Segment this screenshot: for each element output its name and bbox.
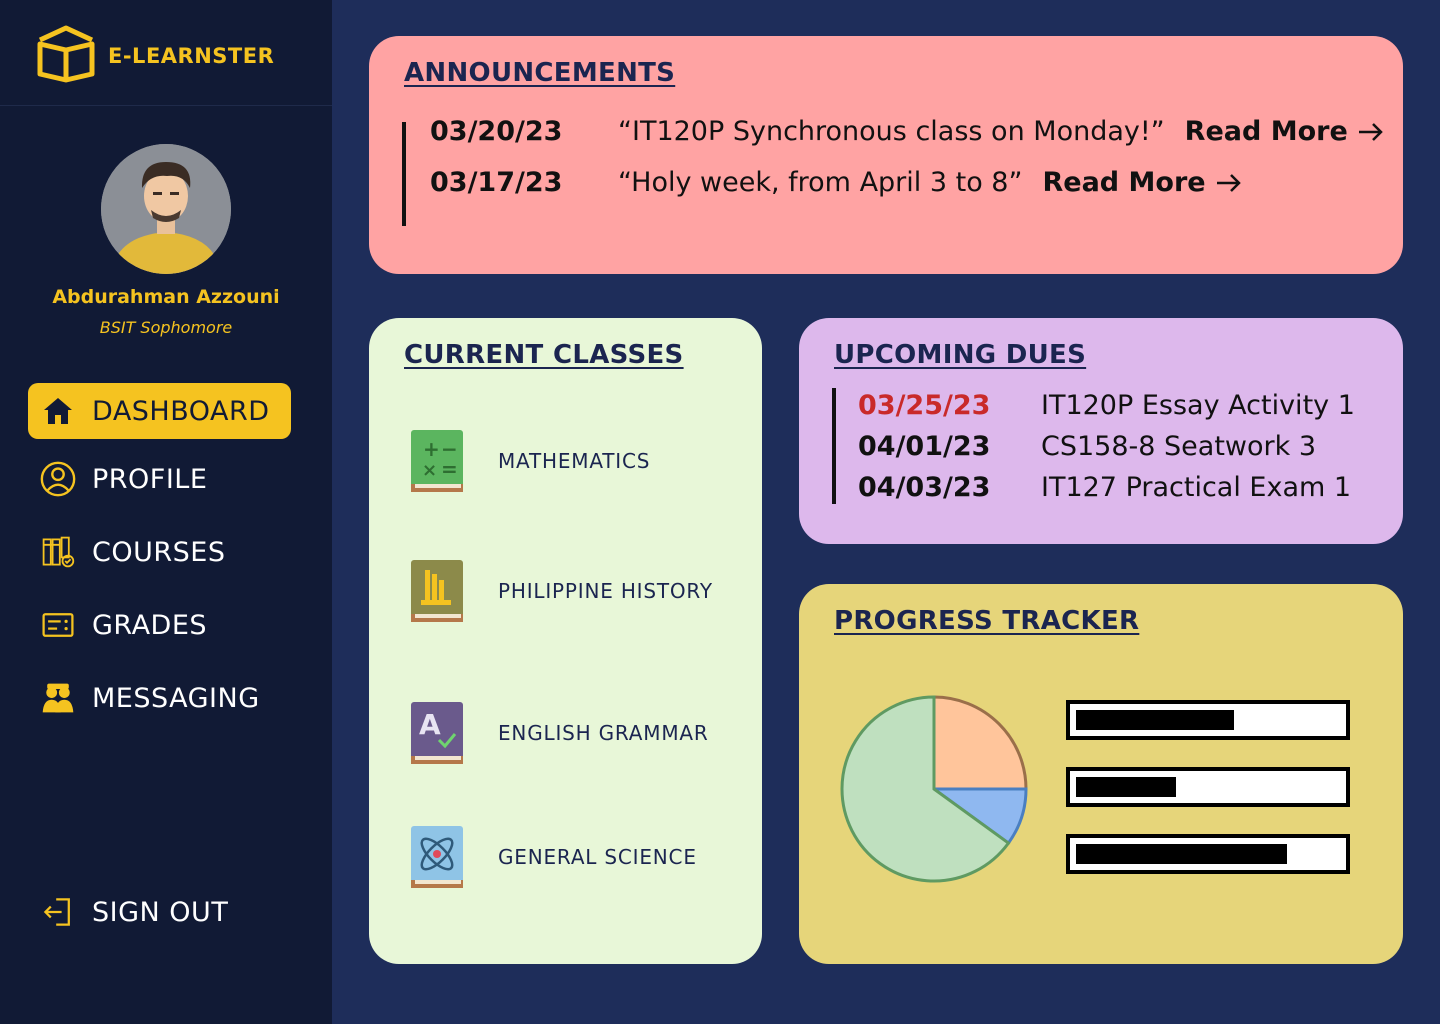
divider <box>832 388 836 504</box>
due-date: 04/01/23 <box>858 431 991 462</box>
progress-title: PROGRESS TRACKER <box>834 606 1140 636</box>
nav-label: DASHBOARD <box>92 395 270 427</box>
announcements-title: ANNOUNCEMENTS <box>404 58 676 88</box>
class-name: GENERAL SCIENCE <box>498 845 697 869</box>
science-book-icon <box>411 826 463 888</box>
announcement-item: 03/20/23 “IT120P Synchronous class on Mo… <box>430 116 1386 147</box>
due-item[interactable]: 03/25/23 IT120P Essay Activity 1 <box>858 390 1355 421</box>
upcoming-dues-card: UPCOMING DUES 03/25/23 IT120P Essay Acti… <box>799 318 1403 544</box>
class-name: MATHEMATICS <box>498 449 651 473</box>
announcement-date: 03/17/23 <box>430 167 563 198</box>
progress-bar <box>1066 767 1350 807</box>
nav-dashboard[interactable]: DASHBOARD <box>28 383 291 439</box>
due-item[interactable]: 04/01/23 CS158-8 Seatwork 3 <box>858 431 1316 462</box>
svg-text:=: = <box>441 457 458 481</box>
due-task: IT127 Practical Exam 1 <box>1041 472 1352 503</box>
progress-bar-fill <box>1076 777 1176 797</box>
nav-profile[interactable]: PROFILE <box>28 451 291 507</box>
nav-messaging[interactable]: MESSAGING <box>28 670 291 726</box>
nav-label: GRADES <box>92 609 208 641</box>
nav-label: COURSES <box>92 536 226 568</box>
brand-header: E-LEARNSTER <box>0 0 332 106</box>
announcement-text: “IT120P Synchronous class on Monday!” <box>618 116 1165 147</box>
announcement-text: “Holy week, from April 3 to 8” <box>618 167 1023 198</box>
pie-slice <box>932 695 1028 791</box>
class-item-general-science[interactable]: GENERAL SCIENCE <box>409 822 697 892</box>
home-icon <box>38 391 78 431</box>
class-name: PHILIPPINE HISTORY <box>498 579 713 603</box>
user-name: Abdurahman Azzouni <box>52 286 280 308</box>
history-book-icon <box>411 560 463 622</box>
nav-label: PROFILE <box>92 463 208 495</box>
announcement-date: 03/20/23 <box>430 116 563 147</box>
announcement-item: 03/17/23 “Holy week, from April 3 to 8” … <box>430 167 1244 198</box>
arrow-right-icon <box>1216 173 1241 192</box>
read-more-label: Read More <box>1042 167 1206 198</box>
dues-title: UPCOMING DUES <box>834 340 1087 370</box>
grades-card-icon <box>38 605 78 645</box>
nav-label: MESSAGING <box>92 682 260 714</box>
arrow-right-icon <box>1358 122 1383 141</box>
progress-bar-fill <box>1076 710 1234 730</box>
announcements-card: ANNOUNCEMENTS 03/20/23 “IT120P Synchrono… <box>369 36 1403 274</box>
class-name: ENGLISH GRAMMAR <box>498 721 709 745</box>
book-logo-icon <box>37 25 95 83</box>
svg-text:×: × <box>422 460 437 481</box>
read-more-link[interactable]: Read More <box>1185 116 1386 147</box>
divider <box>402 122 406 226</box>
due-task: IT120P Essay Activity 1 <box>1041 390 1355 421</box>
grammar-book-icon: A <box>411 702 463 764</box>
due-task: CS158-8 Seatwork 3 <box>1041 431 1317 462</box>
people-icon <box>38 678 78 718</box>
svg-text:+: + <box>423 437 440 461</box>
class-item-english-grammar[interactable]: A ENGLISH GRAMMAR <box>409 698 709 768</box>
read-more-label: Read More <box>1184 116 1348 147</box>
brand-name: E-LEARNSTER <box>108 44 275 68</box>
user-circle-icon <box>38 459 78 499</box>
user-role: BSIT Sophomore <box>99 318 233 337</box>
progress-bar-fill <box>1076 844 1287 864</box>
sign-out-button[interactable]: SIGN OUT <box>28 884 291 940</box>
due-date: 04/03/23 <box>858 472 991 503</box>
classes-title: CURRENT CLASSES <box>404 340 684 370</box>
svg-text:A: A <box>419 708 441 741</box>
sidebar: E-LEARNSTER Abdurahman Azzouni BSIT Soph… <box>0 0 332 1024</box>
progress-bar <box>1066 834 1350 874</box>
nav-courses[interactable]: COURSES <box>28 524 291 580</box>
class-item-mathematics[interactable]: + − × = MATHEMATICS <box>409 426 650 496</box>
sign-out-icon <box>38 892 78 932</box>
avatar[interactable] <box>101 144 231 274</box>
progress-pie-chart <box>840 695 1028 883</box>
progress-bar <box>1066 700 1350 740</box>
read-more-link[interactable]: Read More <box>1042 167 1243 198</box>
current-classes-card: CURRENT CLASSES + − × = MATHEMATICS PHIL… <box>369 318 762 964</box>
math-book-icon: + − × = <box>411 430 463 492</box>
nav-grades[interactable]: GRADES <box>28 597 291 653</box>
progress-tracker-card: PROGRESS TRACKER <box>799 584 1403 964</box>
due-item[interactable]: 04/03/23 IT127 Practical Exam 1 <box>858 472 1351 503</box>
due-date: 03/25/23 <box>858 390 991 421</box>
books-icon <box>38 532 78 572</box>
nav-label: SIGN OUT <box>92 896 229 928</box>
class-item-philippine-history[interactable]: PHILIPPINE HISTORY <box>409 556 713 626</box>
